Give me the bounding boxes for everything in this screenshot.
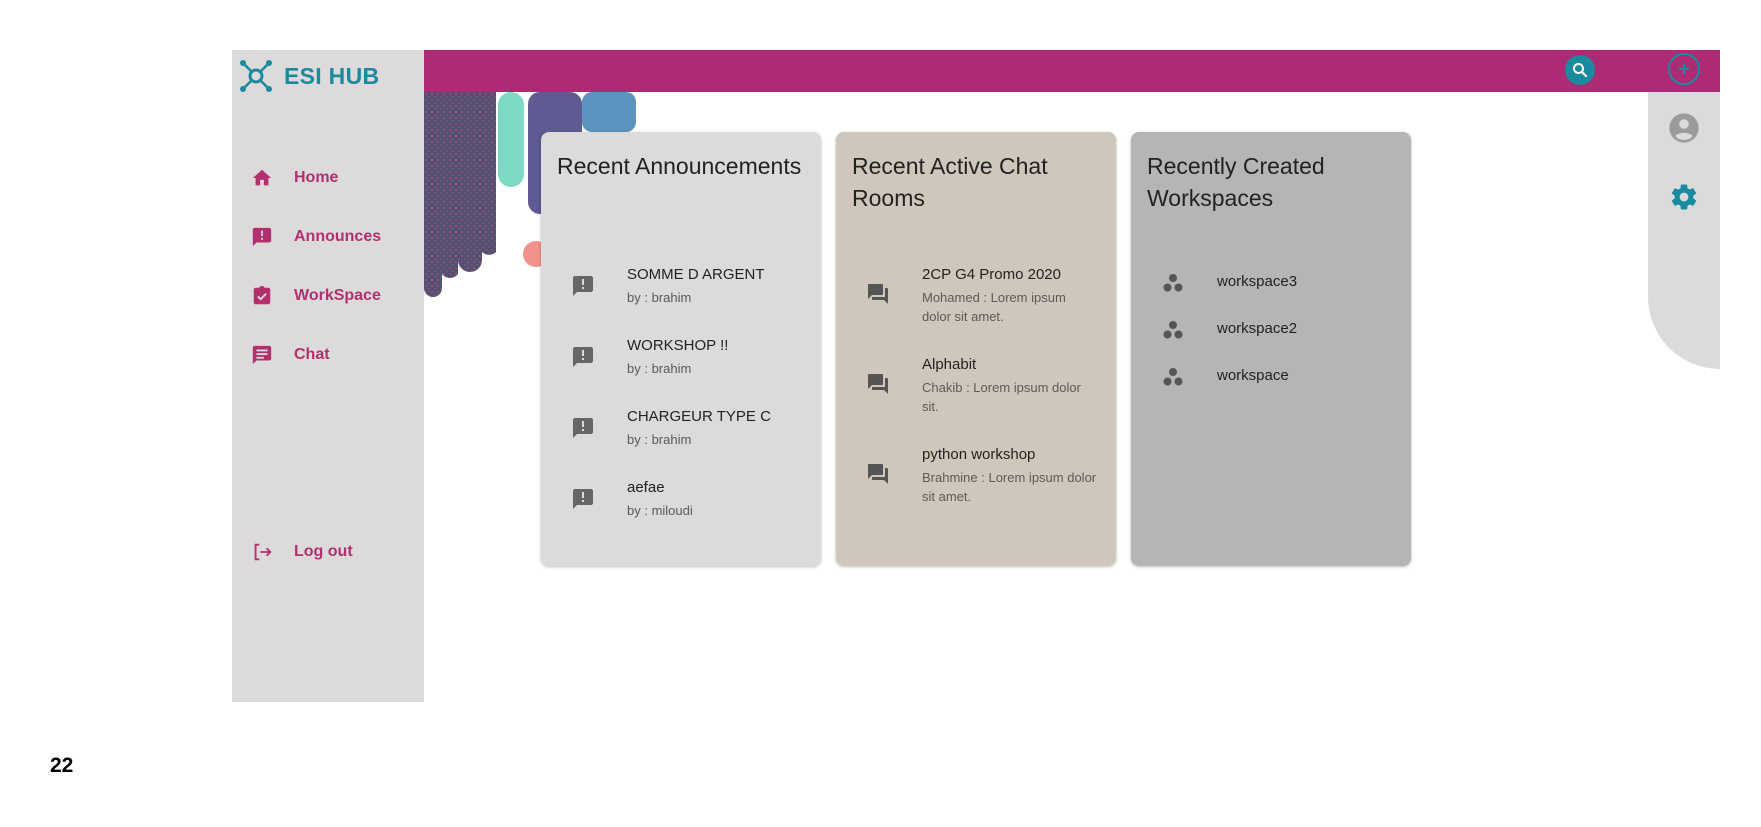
announcement-icon <box>573 489 593 509</box>
gear-icon[interactable] <box>1669 182 1699 212</box>
sidebar-item-chat[interactable]: Chat <box>250 343 330 367</box>
announcement-title: WORKSHOP !! <box>627 337 729 354</box>
workspace-name: workspace2 <box>1217 320 1298 337</box>
workspace-item[interactable]: workspace2 <box>1131 314 1411 348</box>
assignment-check-icon <box>250 284 274 308</box>
sidebar-item-label: Chat <box>294 346 330 363</box>
announcement-icon <box>573 418 593 438</box>
chat-room-name: Alphabit <box>922 356 977 373</box>
chat-icon <box>250 343 274 367</box>
chat-room-last-message: Mohamed : Lorem ipsum dolor sit amet. <box>922 290 1066 324</box>
chat-room-item[interactable]: python workshop Brahmine : Lorem ipsum d… <box>836 446 1116 512</box>
chat-room-last-message: Chakib : Lorem ipsum dolor sit. <box>922 380 1081 414</box>
search-button[interactable] <box>1565 55 1595 85</box>
logout-label: Log out <box>294 543 353 560</box>
card-title: Recent Announcements <box>557 153 802 179</box>
chat-room-name: python workshop <box>922 446 1036 463</box>
sidebar-item-label: Home <box>294 169 339 186</box>
announcement-author: by : brahim <box>627 290 692 305</box>
sidebar-item-label: WorkSpace <box>294 287 381 304</box>
chat-room-item[interactable]: Alphabit Chakib : Lorem ipsum dolor sit. <box>836 356 1116 422</box>
announcement-item[interactable]: aefae by : miloudi <box>541 479 821 539</box>
announcement-title: CHARGEUR TYPE C <box>627 408 771 425</box>
sidebar-item-workspace[interactable]: WorkSpace <box>250 284 381 308</box>
chat-room-item[interactable]: 2CP G4 Promo 2020 Mohamed : Lorem ipsum … <box>836 266 1116 332</box>
top-bar <box>424 50 1720 92</box>
sidebar-item-label: Announces <box>294 228 382 245</box>
announcements-card: Recent Announcements SOMME D ARGENT by :… <box>541 132 821 566</box>
announcement-item[interactable]: WORKSHOP !! by : brahim <box>541 337 821 397</box>
workspaces-card: Recently Created Workspaces workspace3 w… <box>1131 132 1411 566</box>
chat-room-name: 2CP G4 Promo 2020 <box>922 266 1061 283</box>
sidebar-item-announces[interactable]: Announces <box>250 225 381 249</box>
announcement-author: by : miloudi <box>627 503 693 518</box>
forum-icon <box>868 374 888 394</box>
workspace-name: workspace <box>1217 367 1289 384</box>
forum-icon <box>868 284 888 304</box>
announcement-icon <box>573 276 593 296</box>
announcement-icon <box>573 347 593 367</box>
page-number: 22 <box>50 754 74 777</box>
sidebar: ESI HUB Home Announces WorkSpace Chat Lo… <box>232 50 424 702</box>
account-circle-icon[interactable] <box>1668 112 1700 144</box>
hub-logo-icon <box>240 60 272 92</box>
workspace-name: workspace3 <box>1217 273 1298 290</box>
add-button[interactable] <box>1668 53 1700 85</box>
workspaces-icon <box>1163 274 1183 292</box>
logout-icon <box>250 540 274 564</box>
announcement-title: aefae <box>627 479 665 496</box>
announcement-icon <box>250 225 274 249</box>
workspace-item[interactable]: workspace3 <box>1131 267 1411 301</box>
brand-name: ESI HUB <box>284 62 380 89</box>
announcement-item[interactable]: CHARGEUR TYPE C by : brahim <box>541 408 821 468</box>
forum-icon <box>868 464 888 484</box>
workspaces-icon <box>1163 321 1183 339</box>
announcement-author: by : brahim <box>627 432 692 447</box>
card-title: Recent Active Chat Rooms <box>852 153 1048 211</box>
sidebar-item-home[interactable]: Home <box>250 166 338 190</box>
brand[interactable]: ESI HUB <box>238 58 379 94</box>
chat-rooms-card: Recent Active Chat Rooms 2CP G4 Promo 20… <box>836 132 1116 566</box>
workspaces-icon <box>1163 368 1183 386</box>
announcement-author: by : brahim <box>627 361 692 376</box>
chat-room-last-message: Brahmine : Lorem ipsum dolor sit amet. <box>922 470 1097 504</box>
home-icon <box>250 166 274 190</box>
workspace-item[interactable]: workspace <box>1131 361 1411 395</box>
announcement-title: SOMME D ARGENT <box>627 266 765 283</box>
card-title: Recently Created Workspaces <box>1147 153 1325 211</box>
add-circle-icon <box>1678 63 1690 75</box>
app-frame: ESI HUB Home Announces WorkSpace Chat Lo… <box>0 0 1761 827</box>
announcement-item[interactable]: SOMME D ARGENT by : brahim <box>541 266 821 326</box>
logout-button[interactable]: Log out <box>250 540 353 564</box>
search-icon <box>1573 63 1588 78</box>
